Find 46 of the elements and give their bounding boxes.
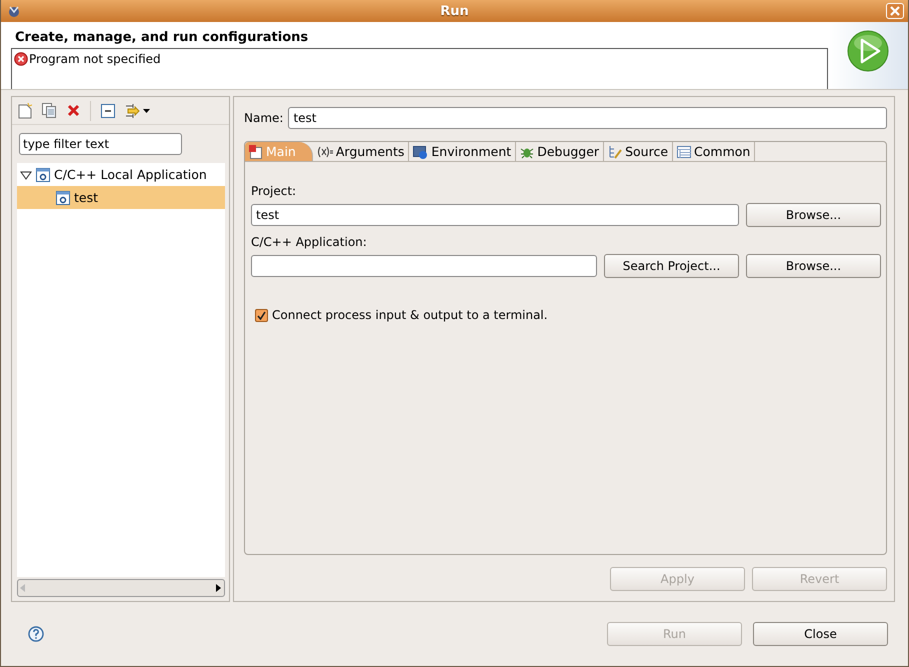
scroll-right-icon [216, 584, 222, 592]
help-icon[interactable] [28, 626, 44, 642]
checkmark-icon [257, 310, 266, 320]
close-icon [890, 6, 900, 16]
c-file-icon [56, 190, 70, 204]
tree-item[interactable]: C/C++ Local Application [17, 163, 225, 186]
tab[interactable]: Source [604, 142, 674, 161]
filter-field[interactable]: type filter text [19, 133, 182, 155]
tab[interactable]: Arguments [312, 142, 410, 161]
error-icon [14, 52, 28, 66]
tab[interactable]: Common [673, 142, 756, 161]
action-button[interactable]: Search Project... [604, 254, 739, 278]
variable-icon [316, 146, 333, 158]
delete-icon[interactable] [67, 104, 80, 117]
copy-icon[interactable] [42, 102, 57, 118]
run-icon [847, 30, 889, 72]
table-icon [677, 146, 692, 158]
main-tab-icon [249, 144, 263, 158]
collapse-arrow-icon [20, 168, 32, 180]
collapse-icon[interactable] [101, 104, 115, 118]
dialog-heading: Create, manage, and run configurations [15, 30, 310, 45]
scroll-left-icon [20, 584, 26, 592]
field-label: C/C++ Application: [251, 235, 368, 249]
project-field[interactable]: test [251, 204, 739, 226]
name-label: Name: [244, 111, 284, 125]
tree-item[interactable]: test [17, 186, 225, 209]
action-button[interactable]: Browse... [746, 254, 881, 278]
app-icon [7, 4, 21, 18]
filter-dropdown-icon[interactable] [125, 102, 151, 118]
checkbox-label: Connect process input & output to a terminal. [272, 308, 548, 322]
tab[interactable]: Debugger [516, 142, 604, 161]
source-icon [608, 144, 622, 158]
window-title: Run [440, 4, 469, 18]
action-button[interactable]: Browse... [746, 203, 881, 227]
error-message: Program not specified [29, 52, 161, 66]
close-button[interactable] [886, 3, 904, 19]
terminal-checkbox[interactable] [255, 308, 268, 322]
name-field[interactable]: test [288, 107, 887, 129]
application-field[interactable] [251, 255, 597, 277]
dialog-button[interactable]: Close [753, 622, 888, 646]
c-file-icon [36, 168, 50, 182]
new-document-icon[interactable] [18, 102, 32, 118]
field-label: Project: [251, 184, 298, 198]
tab[interactable]: Environment [409, 142, 516, 161]
horizontal-scrollbar[interactable] [17, 579, 225, 597]
environment-icon [413, 144, 428, 158]
